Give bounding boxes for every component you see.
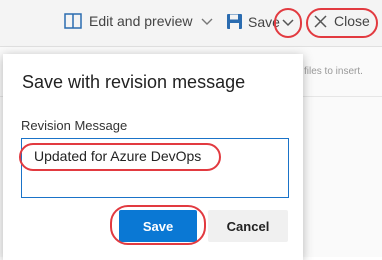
dialog-cancel-button[interactable]: Cancel [208,210,288,242]
save-label: Save [248,13,280,30]
insert-files-hint: files to insert. [304,66,363,77]
floppy-disk-icon [227,14,242,29]
dialog-title: Save with revision message [22,72,246,92]
revision-message-value: Updated for Azure DevOps [34,148,202,164]
save-dialog: Save with revision message Revision Mess… [3,54,303,260]
close-label: Close [334,13,370,29]
revision-message-label: Revision Message [21,118,128,133]
edit-and-preview-label: Edit and preview [89,13,193,29]
dialog-save-button[interactable]: Save [119,210,197,242]
close-button[interactable]: Close [314,13,370,29]
save-button[interactable]: Save [226,13,280,30]
chevron-down-icon [201,18,213,25]
edit-and-preview-button[interactable]: Edit and preview [64,13,213,29]
toolbar: Edit and preview Save Close [0,0,382,47]
split-view-icon [64,13,82,29]
close-icon [314,14,327,28]
revision-message-input[interactable]: Updated for Azure DevOps [21,138,289,198]
save-options-chevron-icon[interactable] [281,15,295,29]
